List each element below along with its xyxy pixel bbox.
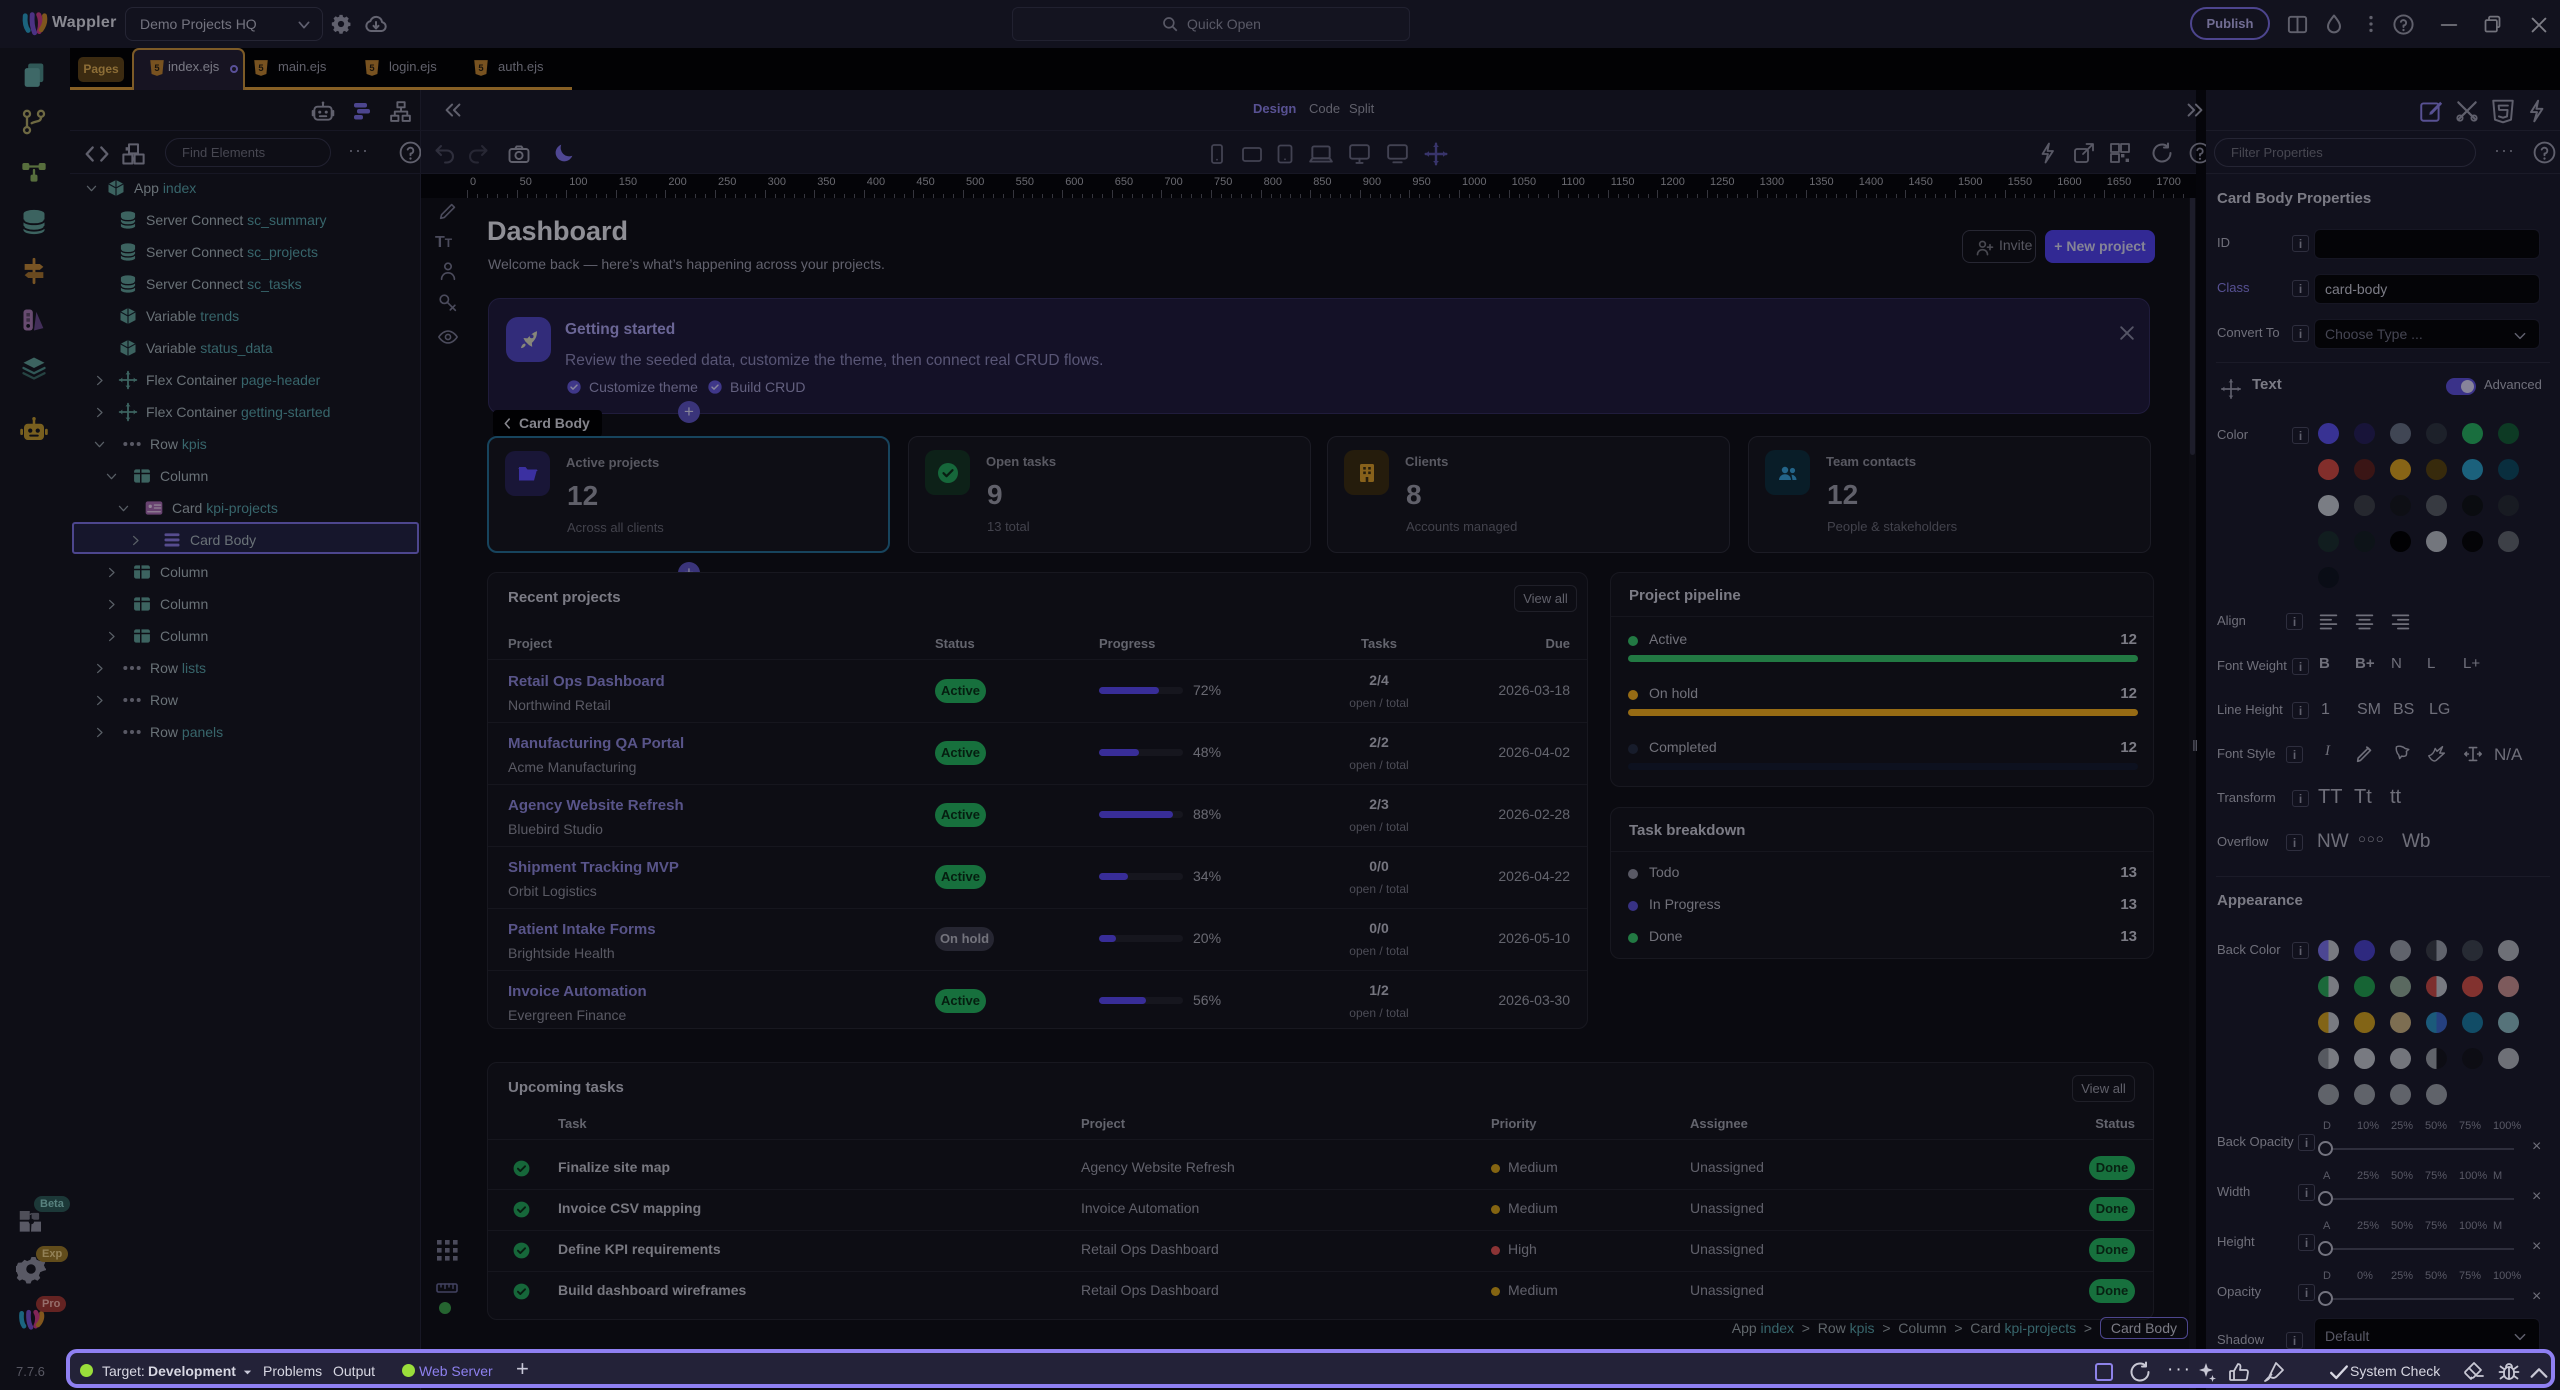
svg-text:5: 5 xyxy=(478,63,483,73)
svg-text:5: 5 xyxy=(258,63,263,73)
svg-text:5: 5 xyxy=(369,63,374,73)
svg-text:5: 5 xyxy=(154,63,159,73)
